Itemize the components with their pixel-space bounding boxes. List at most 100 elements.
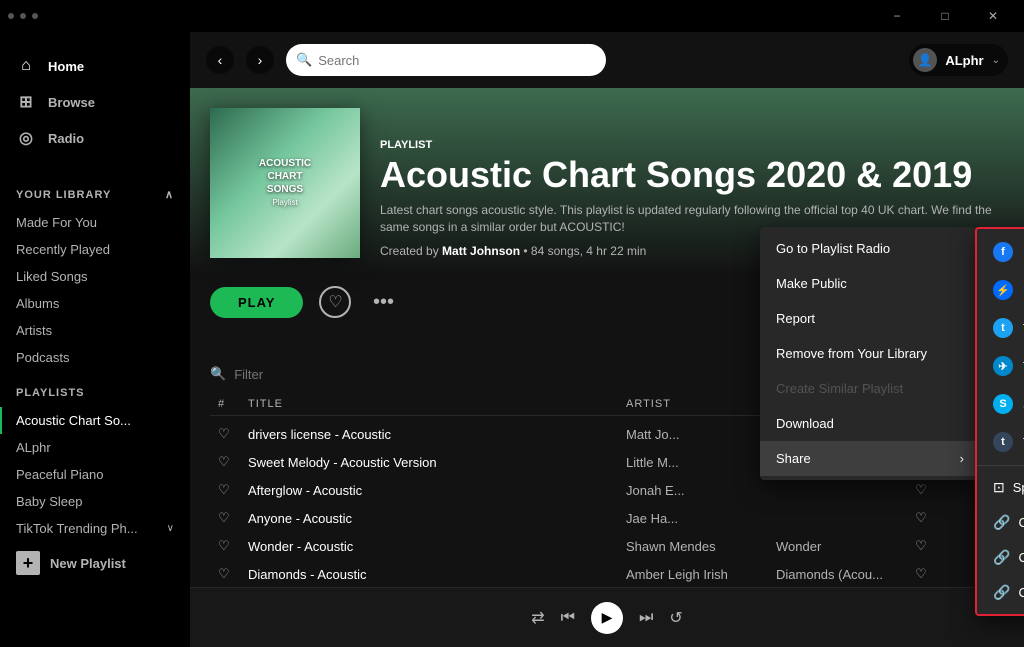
user-name: ALphr	[945, 53, 983, 68]
menu-item-download[interactable]: Download	[760, 406, 980, 441]
playlist-creator: Matt Johnson	[442, 244, 520, 258]
spotify-code-icon: ⊡	[993, 479, 1005, 496]
new-playlist-label: New Playlist	[50, 556, 126, 571]
sidebar-item-tiktok[interactable]: TikTok Trending Ph... ∨	[0, 515, 190, 542]
skype-icon: S	[993, 394, 1013, 414]
share-copy-uri[interactable]: 🔗 Copy Spotify URI	[977, 575, 1024, 610]
share-messenger[interactable]: ⚡ Messenger	[977, 271, 1024, 309]
heart-button[interactable]: ♡	[319, 286, 351, 318]
main-content: ‹ › 🔍 👤 ALphr ⌄ ACOUSTICCHARTSONGSPlayli…	[190, 32, 1024, 647]
share-copy-link[interactable]: 🔗 Copy Playlist Link	[977, 505, 1024, 540]
forward-button[interactable]: ›	[246, 46, 274, 74]
sidebar-item-podcasts[interactable]: Podcasts	[0, 344, 190, 371]
library-section-label: YOUR LIBRARY ∧	[0, 172, 190, 209]
song-artist: Matt Jo...	[626, 427, 776, 442]
menu-item-create-similar: Create Similar Playlist	[760, 371, 980, 406]
menu-item-remove-library[interactable]: Remove from Your Library	[760, 336, 980, 371]
chevron-down-icon: ∨	[167, 523, 174, 534]
share-tumblr[interactable]: t Tumblr	[977, 423, 1024, 461]
share-facebook[interactable]: f Facebook	[977, 233, 1024, 271]
song-heart[interactable]: ♡	[896, 538, 946, 554]
sidebar-item-liked-songs[interactable]: Liked Songs	[0, 263, 190, 290]
sidebar-browse-label: Browse	[48, 95, 95, 110]
sidebar-nav: ⌂ Home ⊞ Browse ◎ Radio	[0, 32, 190, 172]
share-skype[interactable]: S Skype	[977, 385, 1024, 423]
title-bar: − □ ✕	[0, 0, 1024, 32]
sidebar-item-home[interactable]: ⌂ Home	[0, 48, 190, 84]
title-bar-dot	[20, 13, 26, 19]
playlist-cover-bg: ACOUSTICCHARTSONGSPlaylist	[210, 108, 360, 258]
tumblr-icon: t	[993, 432, 1013, 452]
song-title: drivers license - Acoustic	[248, 427, 626, 442]
col-title: TITLE	[248, 398, 626, 411]
row-num: ♡	[218, 538, 248, 554]
menu-item-goto-radio[interactable]: Go to Playlist Radio	[760, 231, 980, 266]
song-title: Afterglow - Acoustic	[248, 483, 626, 498]
repeat-button[interactable]: ↺	[669, 608, 682, 628]
song-artist: Jae Ha...	[626, 511, 776, 526]
row-num: ♡	[218, 510, 248, 526]
playlist-type: PLAYLIST	[380, 139, 1004, 151]
play-button[interactable]: PLAY	[210, 287, 303, 318]
telegram-icon: ✈	[993, 356, 1013, 376]
cover-text: ACOUSTICCHARTSONGSPlaylist	[259, 157, 311, 209]
sidebar-item-browse[interactable]: ⊞ Browse	[0, 84, 190, 120]
table-row[interactable]: ♡ Afterglow - Acoustic Jonah E... ♡ :10	[210, 476, 1004, 504]
table-row[interactable]: ♡ Diamonds - Acoustic Amber Leigh Irish …	[210, 560, 1004, 587]
sidebar-item-artists[interactable]: Artists	[0, 317, 190, 344]
user-area[interactable]: 👤 ALphr ⌄	[909, 44, 1008, 76]
chevron-up-icon[interactable]: ∧	[165, 188, 174, 201]
close-button[interactable]: ✕	[970, 0, 1016, 32]
maximize-button[interactable]: □	[922, 0, 968, 32]
table-row[interactable]: ♡ Wonder - Acoustic Shawn Mendes Wonder …	[210, 532, 1004, 560]
next-button[interactable]: ⏭	[639, 609, 653, 627]
col-num: #	[218, 398, 248, 411]
filter-input[interactable]	[234, 367, 410, 382]
search-input[interactable]	[318, 53, 596, 68]
sidebar-radio-label: Radio	[48, 131, 84, 146]
song-heart[interactable]: ♡	[896, 566, 946, 582]
more-options-button[interactable]: •••	[367, 286, 399, 318]
sidebar-item-alphr[interactable]: ALphr	[0, 434, 190, 461]
menu-item-report[interactable]: Report	[760, 301, 980, 336]
sidebar-item-albums[interactable]: Albums	[0, 290, 190, 317]
share-copy-embed[interactable]: 🔗 Copy Embed Code	[977, 540, 1024, 575]
minimize-button[interactable]: −	[874, 0, 920, 32]
twitter-icon: t	[993, 318, 1013, 338]
table-row[interactable]: ♡ Anyone - Acoustic Jae Ha... ♡ :58	[210, 504, 1004, 532]
filter-icon: 🔍	[210, 366, 226, 382]
song-artist: Amber Leigh Irish	[626, 567, 776, 582]
sidebar-home-label: Home	[48, 59, 84, 74]
row-num: ♡	[218, 566, 248, 582]
title-bar-dot	[32, 13, 38, 19]
share-spotify-code[interactable]: ⊡ Spotify Code	[977, 470, 1024, 505]
top-bar: ‹ › 🔍 👤 ALphr ⌄	[190, 32, 1024, 88]
col-artist: ARTIST	[626, 398, 776, 411]
song-heart[interactable]: ♡	[896, 482, 946, 498]
share-telegram[interactable]: ✈ Telegram	[977, 347, 1024, 385]
back-button[interactable]: ‹	[206, 46, 234, 74]
sidebar: ⌂ Home ⊞ Browse ◎ Radio YOUR LIBRARY ∧ M…	[0, 32, 190, 647]
player-play-button[interactable]: ▶	[591, 602, 623, 634]
sidebar-item-made-for-you[interactable]: Made For You	[0, 209, 190, 236]
new-playlist-button[interactable]: + New Playlist	[0, 539, 190, 587]
sidebar-item-peaceful[interactable]: Peaceful Piano	[0, 461, 190, 488]
song-artist: Jonah E...	[626, 483, 776, 498]
share-twitter[interactable]: t Twitter	[977, 309, 1024, 347]
sidebar-item-acoustic[interactable]: Acoustic Chart So...	[0, 407, 190, 434]
playlist-title: Acoustic Chart Songs 2020 & 2019	[380, 155, 1004, 195]
menu-item-share[interactable]: Share ›	[760, 441, 980, 476]
sidebar-item-radio[interactable]: ◎ Radio	[0, 120, 190, 156]
menu-item-make-public[interactable]: Make Public	[760, 266, 980, 301]
title-bar-dot	[8, 13, 14, 19]
playlist-song-count: 84 songs, 4 hr 22 min	[531, 244, 646, 258]
title-bar-dots	[8, 13, 38, 19]
sidebar-item-recently-played[interactable]: Recently Played	[0, 236, 190, 263]
song-heart[interactable]: ♡	[896, 510, 946, 526]
home-icon: ⌂	[16, 56, 36, 76]
sidebar-item-babysleep[interactable]: Baby Sleep	[0, 488, 190, 515]
prev-button[interactable]: ⏮	[561, 609, 575, 627]
shuffle-button[interactable]: ⇄	[531, 608, 544, 628]
playlists-section-label: PLAYLISTS	[0, 371, 190, 407]
search-icon: 🔍	[296, 52, 312, 68]
